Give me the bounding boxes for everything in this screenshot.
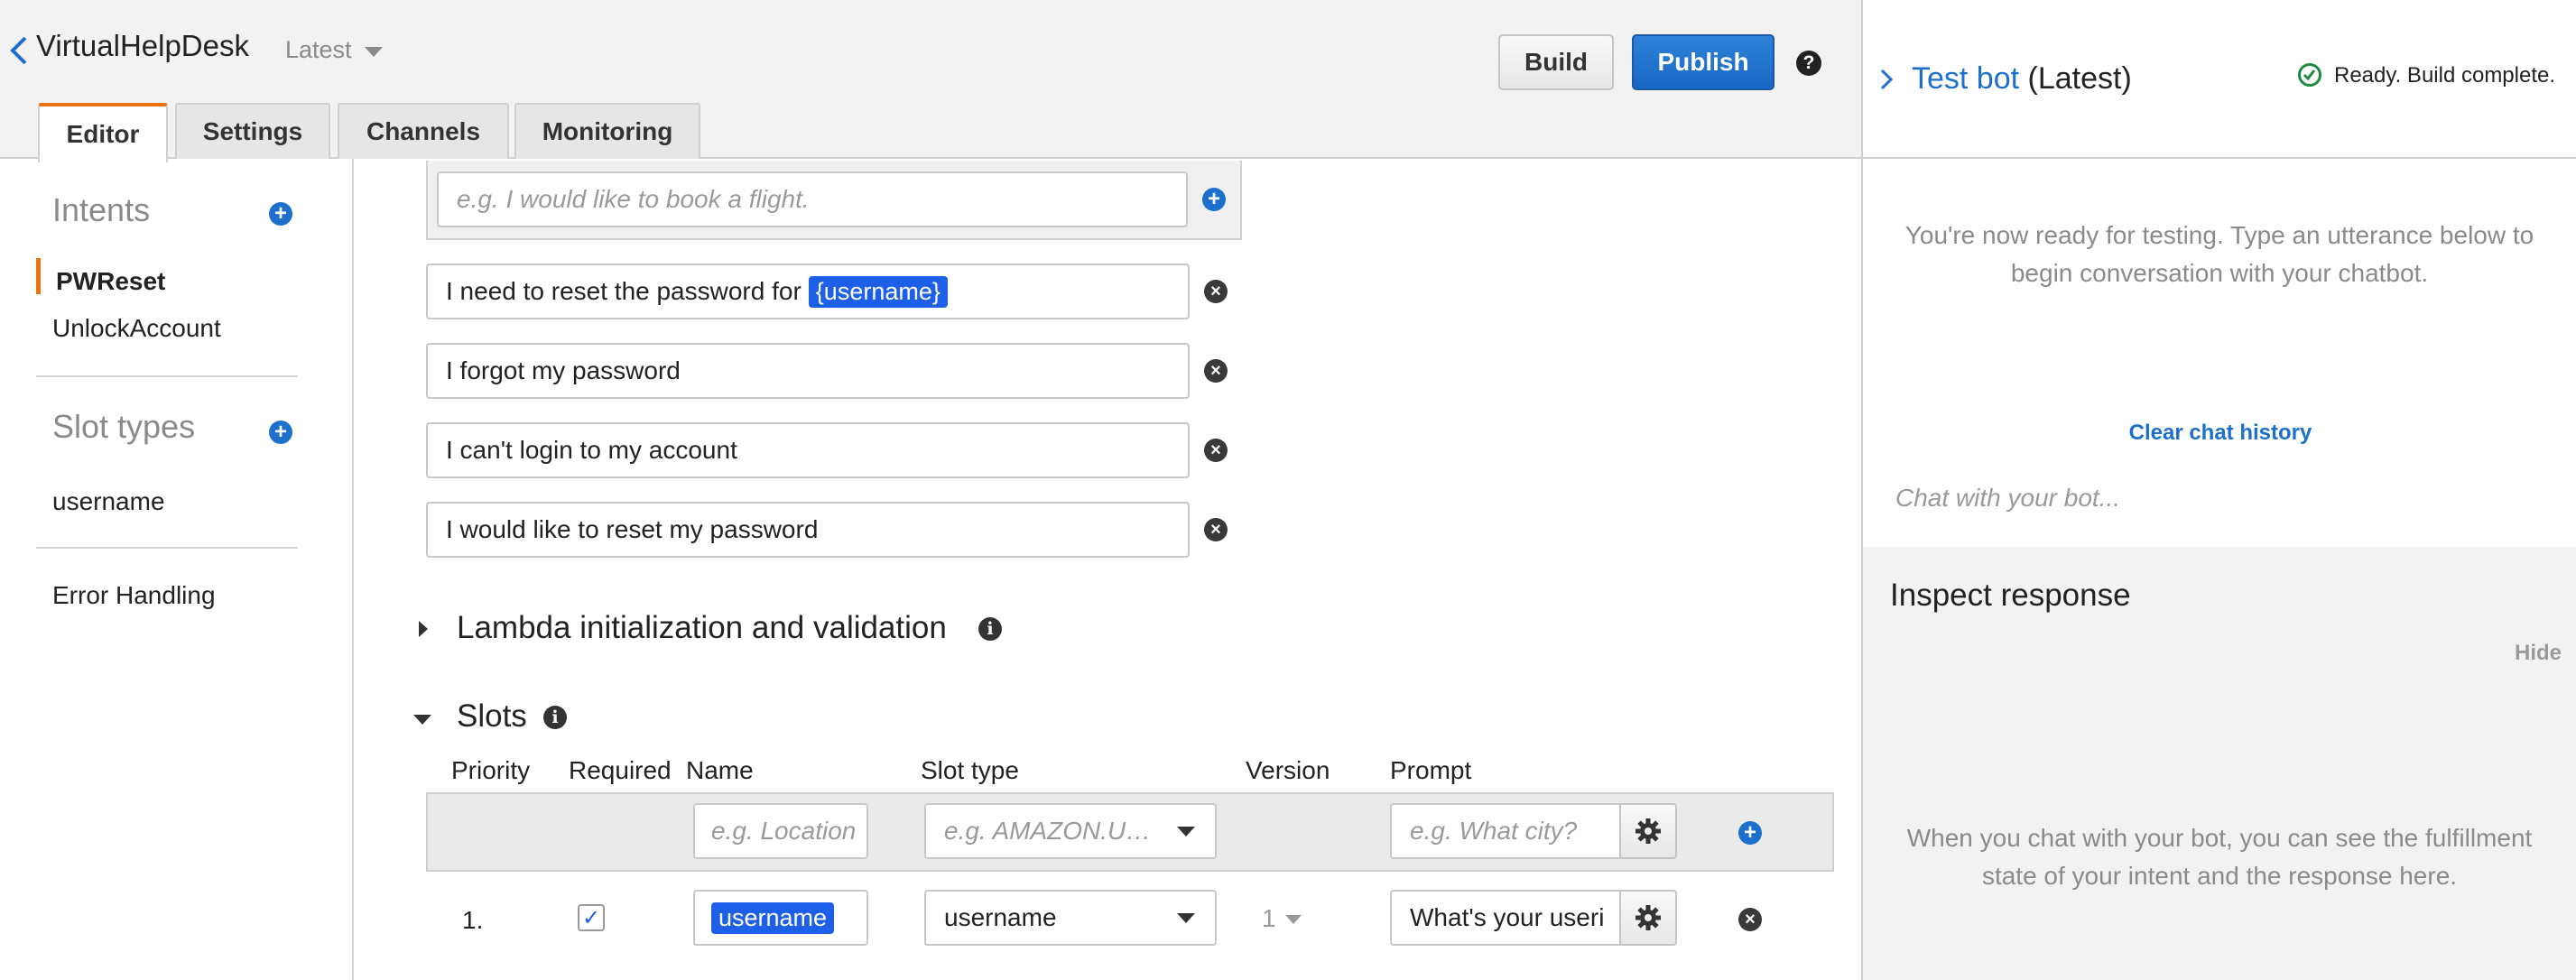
add-intent-plus-icon[interactable]: + — [269, 202, 292, 226]
add-slot-plus-icon[interactable]: + — [1738, 821, 1762, 845]
back-chevron-icon[interactable] — [9, 34, 29, 67]
chat-input[interactable]: Chat with your bot... — [1895, 484, 2120, 513]
version-dropdown[interactable]: Latest — [285, 36, 352, 64]
publish-button[interactable]: Publish — [1632, 34, 1774, 90]
slot-priority: 1. — [462, 906, 484, 934]
intent-editor: e.g. I would like to book a flight. + I … — [356, 159, 1861, 980]
expand-triangle-icon[interactable] — [419, 621, 428, 637]
slot-prompt-input[interactable]: e.g. What city? — [1390, 803, 1621, 859]
collapse-triangle-icon[interactable] — [413, 715, 431, 725]
remove-utterance-close-icon[interactable]: × — [1204, 280, 1228, 303]
utterance-item[interactable]: I can't login to my account — [426, 422, 1190, 478]
new-utterance-row: e.g. I would like to book a flight. + — [426, 161, 1242, 240]
slot-type-select[interactable]: e.g. AMAZON.U… — [924, 803, 1217, 859]
build-button[interactable]: Build — [1498, 34, 1614, 90]
hide-link[interactable]: Hide — [2515, 641, 2562, 666]
col-header-required: Required — [569, 756, 672, 784]
sidebar-item-error-handling[interactable]: Error Handling — [52, 581, 216, 610]
tab-channels[interactable]: Channels — [338, 103, 509, 159]
info-icon[interactable]: i — [543, 706, 567, 729]
gear-icon — [1635, 905, 1661, 930]
lambda-section-title[interactable]: Lambda initialization and validation — [457, 610, 947, 646]
new-utterance-input[interactable]: e.g. I would like to book a flight. — [437, 171, 1188, 227]
tab-editor[interactable]: Editor — [38, 103, 168, 162]
col-header-name: Name — [686, 756, 754, 784]
test-bot-panel: Test bot (Latest) Ready. Build complete.… — [1861, 0, 2576, 980]
bot-name-title: VirtualHelpDesk — [36, 29, 249, 62]
gear-icon — [1635, 818, 1661, 844]
divider — [36, 375, 298, 377]
slot-name-input[interactable]: e.g. Location — [693, 803, 868, 859]
slot-prompt-field[interactable]: What's your useri — [1390, 890, 1621, 946]
ready-message: You're now ready for testing. Type an ut… — [1904, 221, 2534, 287]
sidebar-item-pwreset[interactable]: PWReset — [56, 267, 165, 296]
chevron-right-icon[interactable] — [1879, 67, 1894, 92]
utterance-item[interactable]: I need to reset the password for {usernam… — [426, 263, 1190, 319]
divider — [36, 547, 298, 549]
remove-utterance-close-icon[interactable]: × — [1204, 359, 1228, 383]
selected-indicator — [36, 258, 41, 294]
chevron-down-icon[interactable] — [1177, 913, 1195, 923]
sidebar-item-username[interactable]: username — [52, 487, 165, 516]
slots-section-title[interactable]: Slots — [457, 698, 527, 735]
build-status-text: Ready. Build complete. — [2334, 63, 2556, 88]
prompt-settings-button[interactable] — [1619, 890, 1677, 946]
add-utterance-plus-icon[interactable]: + — [1202, 188, 1226, 211]
chevron-down-icon[interactable] — [1285, 915, 1302, 924]
check-circle-icon — [2298, 63, 2321, 87]
bot-header: VirtualHelpDesk Latest Build Publish ? E… — [0, 0, 1861, 162]
col-header-slot-type: Slot type — [921, 756, 1019, 784]
slot-name-field[interactable]: username — [693, 890, 868, 946]
inspect-message: When you chat with your bot, you can see… — [1906, 824, 2533, 890]
chevron-down-icon[interactable] — [1177, 827, 1195, 837]
clear-chat-history-link[interactable]: Clear chat history — [1863, 421, 2576, 446]
slot-version-dropdown[interactable]: 1 — [1262, 904, 1276, 933]
col-header-priority: Priority — [451, 756, 531, 784]
slot-type-dropdown[interactable]: username — [924, 890, 1217, 946]
test-bot-title[interactable]: Test bot (Latest) — [1912, 61, 2132, 97]
chevron-down-icon[interactable] — [365, 47, 383, 57]
slot-types-heading: Slot types — [52, 408, 196, 445]
slot-chip-username[interactable]: {username} — [808, 275, 948, 308]
tab-monitoring[interactable]: Monitoring — [514, 103, 700, 159]
col-header-version: Version — [1246, 756, 1330, 784]
info-icon[interactable]: i — [978, 617, 1002, 641]
inspect-response-panel: Inspect response Hide When you chat with… — [1863, 547, 2576, 980]
inspect-response-title: Inspect response — [1890, 578, 2131, 613]
test-bot-header: Test bot (Latest) Ready. Build complete. — [1863, 0, 2576, 159]
sidebar-item-unlockaccount[interactable]: UnlockAccount — [52, 314, 221, 343]
col-header-prompt: Prompt — [1390, 756, 1472, 784]
utterance-item[interactable]: I would like to reset my password — [426, 502, 1190, 558]
intents-heading: Intents — [52, 191, 151, 228]
prompt-settings-button[interactable] — [1619, 803, 1677, 859]
tab-settings[interactable]: Settings — [175, 103, 330, 159]
utterance-item[interactable]: I forgot my password — [426, 343, 1190, 399]
remove-utterance-close-icon[interactable]: × — [1204, 518, 1228, 541]
add-slot-type-plus-icon[interactable]: + — [269, 421, 292, 444]
required-checkbox[interactable]: ✓ — [578, 904, 605, 931]
remove-slot-close-icon[interactable]: × — [1738, 908, 1762, 931]
remove-utterance-close-icon[interactable]: × — [1204, 439, 1228, 462]
sidebar: Intents + PWReset UnlockAccount Slot typ… — [0, 159, 354, 980]
help-icon[interactable]: ? — [1796, 51, 1821, 76]
